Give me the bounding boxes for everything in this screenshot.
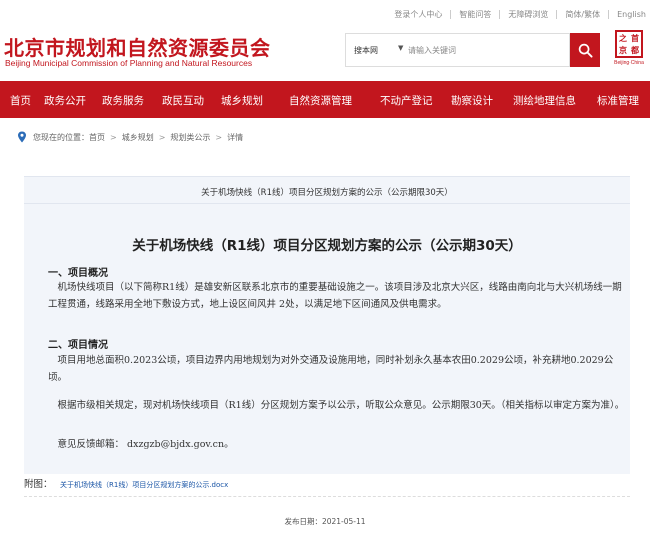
- site-header: 北京市规划和自然资源委员会 Beijing Municipal Commissi…: [0, 26, 650, 81]
- search-input[interactable]: [408, 39, 563, 61]
- nav-item-real-estate-registration[interactable]: 不动产登记: [380, 93, 433, 108]
- main-nav: 首页 政务公开 政务服务 政民互动 城乡规划 自然资源管理 不动产登记 勘察设计…: [0, 81, 650, 118]
- article-title: 关于机场快线（R1线）项目分区规划方案的公示（公示期30天）: [24, 234, 630, 254]
- article-body: 关于机场快线（R1线）项目分区规划方案的公示（公示期30天） 一、项目概况 机场…: [24, 204, 630, 474]
- section1-paragraph: 机场快线项目（以下简称R1线）是雄安新区联系北京市的重要基础设施之一。该项目涉及…: [48, 280, 628, 313]
- nav-item-survey-design[interactable]: 勘察设计: [451, 93, 493, 108]
- english-link[interactable]: English: [617, 10, 646, 19]
- nav-item-gov-services[interactable]: 政务服务: [102, 93, 144, 108]
- breadcrumb-separator: >: [110, 133, 117, 142]
- subject-bar: 关于机场快线（R1线）项目分区规划方案的公示（公示期限30天）: [24, 176, 630, 204]
- publish-date: 发布日期：2021-05-11: [0, 516, 650, 527]
- nav-item-home[interactable]: 首页: [10, 93, 31, 108]
- divider: [556, 10, 557, 19]
- breadcrumb-home[interactable]: 首页: [89, 132, 105, 143]
- site-subtitle: Beijing Municipal Commission of Planning…: [5, 58, 252, 68]
- section2-paragraph: 项目用地总面积0.2023公顷，项目边界内用地规划为对外交通及设施用地，同时补划…: [48, 353, 628, 386]
- site-title[interactable]: 北京市规划和自然资源委员会: [4, 32, 271, 61]
- simplified-traditional-link[interactable]: 简体/繁体: [565, 9, 600, 20]
- nav-item-standards[interactable]: 标准管理: [597, 93, 639, 108]
- divider: [499, 10, 500, 19]
- article-content: 关于机场快线（R1线）项目分区规划方案的公示（公示期限30天） 关于机场快线（R…: [0, 152, 650, 534]
- nav-item-gov-affairs-open[interactable]: 政务公开: [44, 93, 86, 108]
- search-scope-select[interactable]: 搜本网: [354, 45, 378, 56]
- seal-char: 都: [629, 44, 641, 56]
- nav-item-surveying-mapping[interactable]: 测绘地理信息: [513, 93, 576, 108]
- section-heading: 二、项目情况: [48, 336, 108, 351]
- seal-char: 之: [617, 32, 629, 44]
- caret-down-icon[interactable]: ▼: [398, 44, 403, 52]
- nav-item-natural-resources[interactable]: 自然资源管理: [289, 93, 352, 108]
- seal-char: 首: [629, 32, 641, 44]
- divider: [608, 10, 609, 19]
- seal-char: 京: [617, 44, 629, 56]
- accessibility-link[interactable]: 无障碍浏览: [508, 9, 548, 20]
- seal-box: 之 首 京 都: [615, 30, 643, 58]
- article-subject: 关于机场快线（R1线）项目分区规划方案的公示（公示期限30天）: [24, 186, 630, 198]
- nav-item-urban-rural-planning[interactable]: 城乡规划: [221, 93, 263, 108]
- breadcrumb-planning-notices[interactable]: 规划类公示: [170, 132, 210, 143]
- divider: [24, 496, 630, 497]
- seal-caption: Beijing·China: [613, 60, 645, 66]
- search-icon: [578, 43, 593, 58]
- breadcrumb-detail: 详情: [227, 132, 243, 143]
- search-button[interactable]: [570, 33, 600, 67]
- feedback-email: 意见反馈邮箱： dxzgzb@bjdx.gov.cn。: [48, 437, 628, 454]
- breadcrumb: 您现在的位置： 首页 > 城乡规划 > 规划类公示 > 详情: [17, 131, 243, 143]
- section-heading: 一、项目概况: [48, 264, 108, 279]
- attachment-link[interactable]: 关于机场快线（R1线）项目分区规划方案的公示.docx: [60, 480, 228, 490]
- utility-links: 登录个人中心 智能问答 无障碍浏览 简体/繁体 English: [394, 9, 646, 20]
- notice-paragraph: 根据市级相关规定，现对机场快线项目（R1线）分区规划方案予以公示，听取公众意见。…: [48, 398, 628, 415]
- breadcrumb-separator: >: [159, 133, 166, 142]
- capital-seal-logo: 之 首 京 都 Beijing·China: [613, 30, 645, 68]
- nav-item-interaction[interactable]: 政民互动: [162, 93, 204, 108]
- utility-bar: 登录个人中心 智能问答 无障碍浏览 简体/繁体 English: [0, 0, 650, 26]
- smart-qa-link[interactable]: 智能问答: [459, 9, 491, 20]
- breadcrumb-separator: >: [215, 133, 222, 142]
- search-box: 搜本网 ▼: [345, 33, 570, 67]
- attachment-label: 附图：: [24, 476, 53, 490]
- breadcrumb-urban-rural-planning[interactable]: 城乡规划: [122, 132, 154, 143]
- divider: [450, 10, 451, 19]
- location-pin-icon: [17, 131, 27, 143]
- login-link[interactable]: 登录个人中心: [394, 9, 442, 20]
- breadcrumb-prefix: 您现在的位置：: [33, 132, 89, 143]
